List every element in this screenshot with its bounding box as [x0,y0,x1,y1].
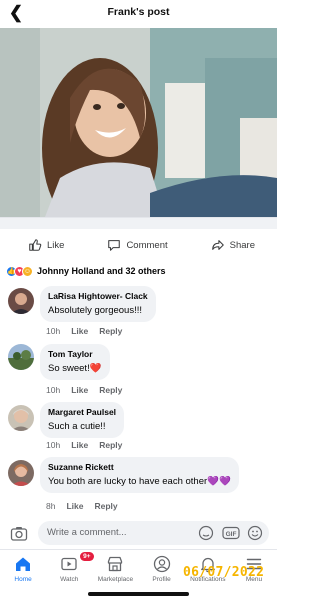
comment-bubble[interactable]: Suzanne Rickett You both are lucky to ha… [40,457,239,493]
commenter-name[interactable]: LaRisa Hightower- Clack [48,291,148,301]
reactions-summary[interactable]: 👍 ♥ ☺ Johnny Holland and 32 others [6,264,166,278]
video-icon [61,557,77,571]
comment-meta: 10h Like Reply [46,326,122,336]
comment-text: You both are lucky to have each other💜💜 [48,476,231,487]
avatar[interactable] [8,344,34,370]
avatar-sticker-icon[interactable] [198,525,214,541]
comment-like-link[interactable]: Like [71,440,88,450]
comment-item: Tom Taylor So sweet!❤️ 10h Like Reply [8,344,270,396]
tab-profile[interactable]: Profile [139,550,185,589]
comment-bubble[interactable]: Margaret Paulsel Such a cutie!! [40,402,125,438]
comment-like-link[interactable]: Like [71,326,88,336]
speech-bubble-icon [108,240,121,251]
comment-time: 10h [46,326,61,336]
post-actions: Like Comment Share [0,232,277,258]
comment-placeholder: Write a comment... [47,527,127,538]
emoji-icon[interactable] [247,525,263,541]
comment-item: Suzanne Rickett You both are lucky to ha… [8,457,270,513]
top-bar: ❮ Frank's post [0,0,277,28]
date-stamp: 06/07/2022 [183,565,265,580]
page-title: Frank's post [107,6,170,18]
comment-composer: Write a comment... GIF [0,521,277,547]
commenter-name[interactable]: Suzanne Rickett [48,462,231,472]
comment-input[interactable]: Write a comment... GIF [38,521,269,545]
camera-icon[interactable] [10,525,28,543]
share-label: Share [229,239,255,251]
commenter-name[interactable]: Tom Taylor [48,349,102,359]
comment-button[interactable]: Comment [107,238,168,252]
gif-icon[interactable]: GIF [222,525,240,541]
comment-text: Such a cutie!! [48,421,106,432]
comment-reply-link[interactable]: Reply [99,385,122,395]
tab-marketplace[interactable]: Marketplace [92,550,138,589]
care-reaction-icon: ☺ [22,265,33,277]
svg-text:GIF: GIF [226,531,237,538]
comment-text: Absolutely gorgeous!!! [48,305,143,316]
tab-label: Marketplace [97,576,134,583]
comment-time: 8h [46,501,56,511]
tab-label: Profile [152,576,171,583]
comment-reply-link[interactable]: Reply [99,440,122,450]
comment-text: So sweet!❤️ [48,363,102,374]
comment-meta: 8h Like Reply [46,501,118,511]
reaction-icons: 👍 ♥ ☺ [6,265,33,277]
comment-like-link[interactable]: Like [71,385,88,395]
comment-bubble[interactable]: LaRisa Hightower- Clack Absolutely gorge… [40,286,156,322]
photo-image [0,28,277,217]
comment-label: Comment [126,239,168,251]
comment-meta: 10h Like Reply [46,385,122,395]
comment-reply-link[interactable]: Reply [99,326,122,336]
reactions-text: Johnny Holland and 32 others [37,266,166,276]
like-button[interactable]: Like [28,238,64,252]
tab-home[interactable]: Home [0,550,46,589]
comment-time: 10h [46,385,61,395]
share-button[interactable]: Share [211,238,255,252]
storefront-icon [108,556,123,572]
tab-label: Home [14,576,32,583]
post-photo[interactable] [0,28,277,217]
tab-watch[interactable]: 9+ Watch [46,550,94,589]
comment-reply-link[interactable]: Reply [94,501,117,511]
home-icon [16,557,31,571]
comment-bubble[interactable]: Tom Taylor So sweet!❤️ [40,344,110,380]
home-indicator [88,592,189,596]
comment-meta: 10h Like Reply [46,440,122,450]
comment-item: LaRisa Hightower- Clack Absolutely gorge… [8,286,270,336]
comment-item: Margaret Paulsel Such a cutie!! 10h Like… [8,402,270,452]
like-label: Like [47,239,65,251]
commenter-name[interactable]: Margaret Paulsel [48,407,116,417]
avatar[interactable] [8,460,34,486]
comment-time: 10h [46,440,61,450]
avatar[interactable] [8,288,34,314]
comment-like-link[interactable]: Like [66,501,83,511]
thumbs-up-icon [29,239,42,251]
avatar[interactable] [8,405,34,431]
section-divider [0,217,277,229]
tab-label: Watch [60,576,79,583]
share-arrow-icon [211,240,224,250]
profile-icon [153,555,170,573]
